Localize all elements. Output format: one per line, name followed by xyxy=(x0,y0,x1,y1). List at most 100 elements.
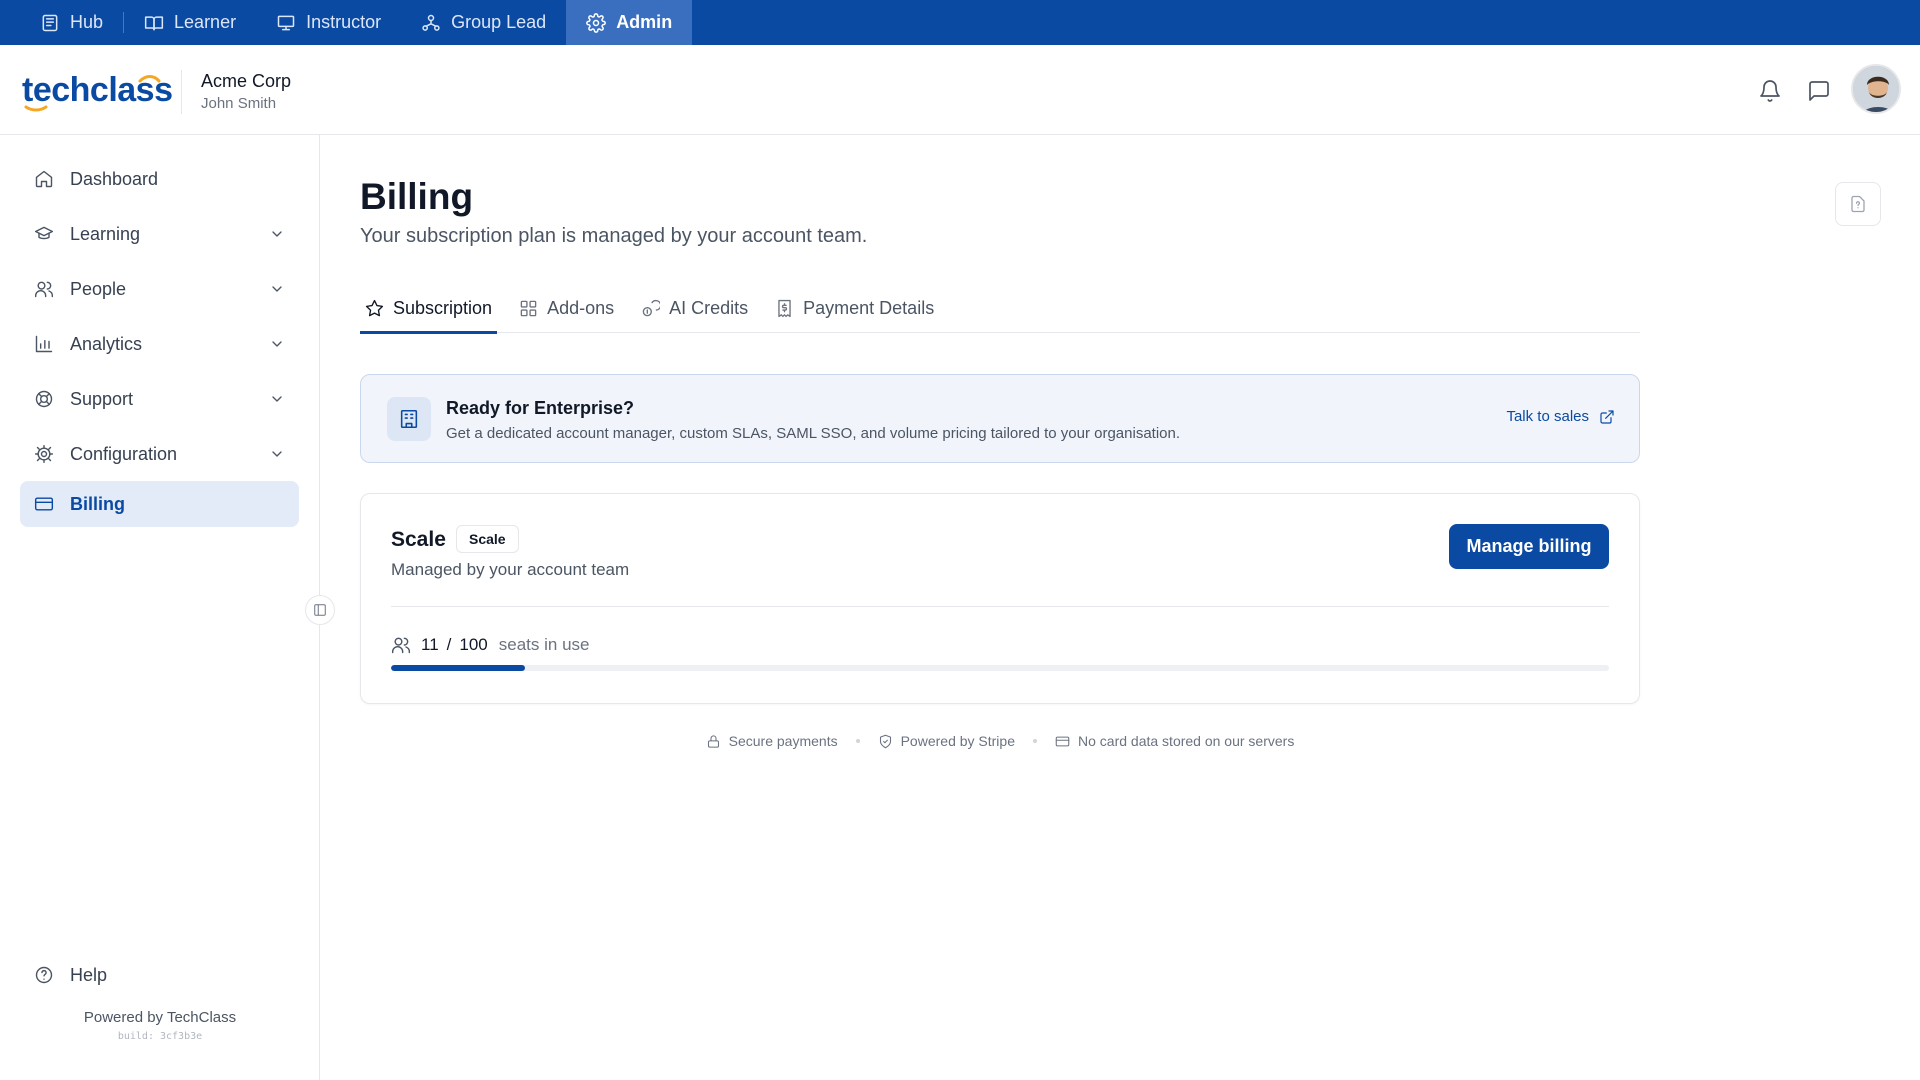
sidebar-item-configuration[interactable]: Configuration xyxy=(20,431,299,477)
sidebar-item-label: Billing xyxy=(70,493,125,514)
sidebar-item-people[interactable]: People xyxy=(20,266,299,312)
trust-separator xyxy=(1033,739,1037,743)
bar-chart-icon xyxy=(35,335,53,353)
banner-text: Get a dedicated account manager, custom … xyxy=(446,425,1181,442)
trust-label: Secure payments xyxy=(728,733,838,749)
notifications-button[interactable] xyxy=(1758,79,1782,103)
lock-icon xyxy=(707,734,719,748)
trust-label: No card data stored on our servers xyxy=(1078,733,1295,749)
build-hash: build: 3cf3b3e xyxy=(117,1031,203,1042)
grid-icon xyxy=(520,300,537,316)
app-header: techclass Acme Corp John Smith xyxy=(0,45,1920,135)
header-divider xyxy=(181,70,182,114)
group-icon xyxy=(422,14,440,31)
manage-billing-button[interactable]: Manage billing xyxy=(1449,524,1609,569)
gear-icon xyxy=(34,444,54,464)
tab-subscription[interactable]: Subscription xyxy=(360,283,498,334)
home-icon xyxy=(35,170,53,188)
org-info: Acme Corp John Smith xyxy=(201,71,291,112)
seats-used: 11 xyxy=(421,635,439,654)
users-icon xyxy=(34,281,54,298)
role-tab-admin[interactable]: Admin xyxy=(566,0,693,45)
message-square-icon xyxy=(1809,81,1829,101)
techclass-logo[interactable]: techclass xyxy=(22,67,173,113)
sidebar-item-dashboard[interactable]: Dashboard xyxy=(20,156,299,202)
trust-no-card-data: No card data stored on our servers xyxy=(1055,733,1294,749)
plan-divider xyxy=(391,606,1609,607)
credit-card-icon xyxy=(34,497,54,511)
users-icon xyxy=(391,637,411,654)
role-tab-instructor[interactable]: Instructor xyxy=(256,0,401,45)
messages-button[interactable] xyxy=(1807,79,1831,103)
lifebuoy-icon xyxy=(35,390,53,408)
seats-total: 100 xyxy=(459,635,488,654)
plan-badge: Scale xyxy=(456,525,519,553)
user-name: John Smith xyxy=(201,95,277,112)
role-tab-group-lead[interactable]: Group Lead xyxy=(401,0,566,45)
tab-label: AI Credits xyxy=(669,297,749,318)
tab-label: Add-ons xyxy=(547,297,615,318)
help-circle-icon xyxy=(35,966,53,984)
role-tab-label: Group Lead xyxy=(451,12,547,32)
sidebar-item-label: Configuration xyxy=(70,443,178,464)
panel-left-icon xyxy=(314,604,326,616)
sidebar-item-label: Help xyxy=(70,964,108,985)
file-question-icon xyxy=(1851,195,1865,213)
powered-by-text: Powered by TechClass xyxy=(83,1009,237,1026)
role-tab-label: Learner xyxy=(174,12,237,32)
gear-icon xyxy=(586,12,607,33)
help-docs-button[interactable] xyxy=(1835,182,1881,226)
role-tab-learner[interactable]: Learner xyxy=(124,0,256,45)
star-icon xyxy=(365,299,384,316)
seats-separator: / xyxy=(446,635,452,654)
receipt-icon xyxy=(778,299,791,317)
sidebar-item-label: Learning xyxy=(70,223,141,244)
seats-progress-fill xyxy=(391,665,525,671)
sidebar-item-analytics[interactable]: Analytics xyxy=(20,321,299,367)
plan-card: Scale Scale Managed by your account team… xyxy=(360,493,1640,704)
banner-title: Ready for Enterprise? xyxy=(446,398,635,418)
trust-footer: Secure payments Powered by Stripe No car… xyxy=(360,733,1640,749)
enterprise-banner: Ready for Enterprise? Get a dedicated ac… xyxy=(360,374,1640,463)
role-switcher-bar: Hub Learner Instructor Group Lead Admin xyxy=(0,0,1920,45)
user-avatar-icon xyxy=(1853,66,1899,112)
tab-payment-details[interactable]: Payment Details xyxy=(770,283,939,333)
page-title: Billing xyxy=(360,176,474,217)
credit-card-icon xyxy=(1055,736,1070,746)
tab-label: Payment Details xyxy=(803,297,935,318)
role-tab-label: Instructor xyxy=(306,12,382,32)
seats-label: seats in use xyxy=(498,635,590,654)
tab-ai-credits[interactable]: AI Credits xyxy=(636,283,753,333)
book-icon xyxy=(144,15,164,30)
sidebar-item-help[interactable]: Help xyxy=(20,952,299,998)
sidebar-item-support[interactable]: Support xyxy=(20,376,299,422)
coins-icon xyxy=(642,299,661,316)
external-link-icon xyxy=(1600,409,1614,424)
plan-subtitle: Managed by your account team xyxy=(391,560,630,579)
seats-usage: 11 / 100 seats in use xyxy=(391,635,590,655)
trust-secure-payments: Secure payments xyxy=(706,733,838,749)
chevron-down-icon xyxy=(272,286,282,292)
sidebar-item-learning[interactable]: Learning xyxy=(20,211,299,257)
avatar[interactable] xyxy=(1851,64,1901,114)
role-tab-label: Admin xyxy=(616,12,673,32)
role-tab-hub[interactable]: Hub xyxy=(20,0,123,45)
shield-icon xyxy=(879,734,891,748)
chevron-down-icon xyxy=(272,396,282,402)
seats-progress-bar xyxy=(391,665,1609,671)
trust-powered-by-stripe: Powered by Stripe xyxy=(878,733,1015,749)
trust-separator xyxy=(855,739,860,743)
sidebar-item-label: Support xyxy=(70,388,134,409)
talk-to-sales-link[interactable]: Talk to sales xyxy=(1506,408,1615,425)
tab-add-ons[interactable]: Add-ons xyxy=(514,283,619,333)
chevron-down-icon xyxy=(272,341,282,347)
sidebar-item-label: Analytics xyxy=(70,333,143,354)
sidebar-item-billing[interactable]: Billing xyxy=(20,481,299,527)
logo-text: techclass xyxy=(22,70,173,109)
sidebar-collapse-button[interactable] xyxy=(305,595,335,625)
presentation-icon xyxy=(277,15,295,30)
tab-label: Subscription xyxy=(393,297,493,318)
sidebar-item-label: People xyxy=(70,278,127,299)
sidebar: Dashboard Learning People Analytics Supp… xyxy=(0,135,320,1080)
page-subtitle: Your subscription plan is managed by you… xyxy=(360,225,868,247)
